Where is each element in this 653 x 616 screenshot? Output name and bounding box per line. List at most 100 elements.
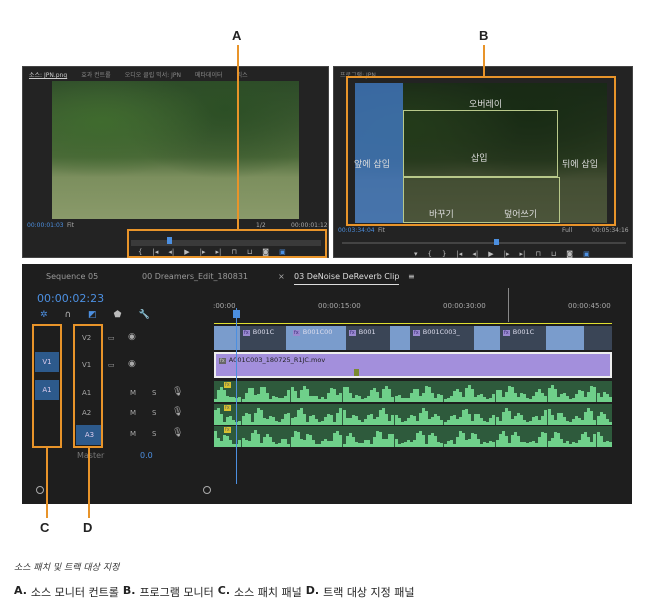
settings-icon[interactable]: ▣ [583,250,590,258]
add-marker-icon[interactable]: ⬟ [114,310,122,320]
marker-icon[interactable]: ▾ [414,250,418,258]
tab-close-icon[interactable]: × [278,272,285,281]
mic-icon[interactable]: 🎙 [172,387,183,397]
callout-c-line [46,448,48,518]
a2-audio-clip[interactable]: fx [214,404,612,425]
timeline-tools: ✲ ∩ ◩ ⬟ 🔧 [40,310,150,320]
source-duration: 00:00:01:12 [291,222,328,229]
callout-a-line [237,45,239,229]
clip[interactable]: fx B001C [500,326,546,350]
callout-a-box [127,229,327,258]
v1-clip[interactable]: fx A001C003_180725_R1JC.mov [214,352,612,378]
a1-audio-clip[interactable]: fx [214,381,612,402]
master-track-label: Master [77,451,105,460]
program-resolution-select[interactable]: Full [562,227,572,234]
legend-text: 트랙 대상 지정 패널 [323,586,415,599]
solo-button[interactable]: S [152,389,156,397]
tab-metadata[interactable]: 메타데이터 [195,70,223,79]
tab-source[interactable]: 소스: JPN.png [29,70,67,79]
play-icon[interactable]: ▶ [488,250,493,258]
fx-badge: fx [224,382,231,388]
callout-d-box [73,324,103,448]
clip[interactable]: fx B001C003_ [410,326,474,350]
ruler-label: :00:00 [213,302,236,310]
waveform-bar [608,441,612,447]
lift-icon[interactable]: ⊓ [535,250,540,258]
clip[interactable]: fx B001C [240,326,286,350]
keyframe-marker[interactable] [354,369,359,376]
tab-audio-mixer[interactable]: 오디오 클립 믹서: JPN [125,70,181,79]
legend-key: A. [14,584,27,597]
program-timecode[interactable]: 00:03:34:04 [338,227,375,234]
work-area-bar [214,323,612,324]
program-playhead[interactable] [494,239,499,245]
clip[interactable]: fx B001C00 [290,326,346,350]
legend-text: 프로그램 모니터 [139,586,214,599]
step-forward-icon[interactable]: |▸ [504,250,510,258]
go-to-out-icon[interactable]: ▸| [519,250,525,258]
source-timecode[interactable]: 00:00:01:03 [27,222,64,229]
eye-icon[interactable]: ◉ [128,359,136,369]
nest-icon[interactable]: ✲ [40,310,48,320]
ruler-label: 00:00:30:00 [443,302,486,310]
mark-in-icon[interactable]: { [428,250,432,258]
source-video-frame [52,81,299,219]
legend-key: C. [217,584,231,597]
legend-key: B. [122,584,136,597]
figure-legend: A. 소스 모니터 컨트롤 B. 프로그램 모니터 C. 소스 패치 패널 D. 트랙 … [14,584,415,600]
panel-menu-icon[interactable]: ≡ [408,272,415,281]
toggle-sync-lock-icon[interactable]: ▭ [108,334,115,342]
callout-b-line [483,45,485,76]
ruler-label: 00:00:15:00 [318,302,361,310]
mic-icon[interactable]: 🎙 [172,428,183,438]
go-to-in-icon[interactable]: |◂ [456,250,462,258]
callout-c-box [32,324,62,448]
program-fit-select[interactable]: Fit [378,227,385,234]
callout-c: C [40,520,50,535]
legend-text: 소스 모니터 컨트롤 [30,586,119,599]
callout-a: A [232,28,242,43]
eye-icon[interactable]: ◉ [128,332,136,342]
camera-icon[interactable]: ◙ [566,250,573,258]
scrollbar-handle[interactable] [36,486,44,494]
toggle-sync-lock-icon[interactable]: ▭ [108,361,115,369]
master-volume[interactable]: 0.0 [140,451,153,460]
mute-button[interactable]: M [130,409,136,417]
mic-icon[interactable]: 🎙 [172,407,183,417]
fx-badge: fx [224,405,231,411]
tab-sequence-05[interactable]: Sequence 05 [46,272,98,281]
callout-d: D [83,520,93,535]
tab-dreamers-edit[interactable]: 00 Dreamers_Edit_180831 [142,272,248,281]
clip[interactable] [584,326,612,350]
source-resolution-select[interactable]: 1/2 [256,222,266,229]
mute-button[interactable]: M [130,430,136,438]
solo-button[interactable]: S [152,430,156,438]
figure-caption: 소스 패치 및 트랙 대상 지정 [14,563,120,573]
waveform-bar [608,397,612,402]
scrollbar-handle[interactable] [203,486,211,494]
playhead-line[interactable] [236,308,237,484]
wrench-icon[interactable]: 🔧 [138,310,149,320]
extract-icon[interactable]: ⊔ [551,250,556,258]
program-scrub-bar[interactable] [342,242,626,244]
clip[interactable]: fx B001 [346,326,390,350]
ruler-label: 00:00:45:00 [568,302,611,310]
callout-b: B [479,28,489,43]
step-back-icon[interactable]: ◂| [472,250,478,258]
snap-magnet-icon[interactable]: ∩ [65,310,72,320]
fx-badge: fx [224,427,231,433]
linked-selection-icon[interactable]: ◩ [88,310,97,320]
waveform-bar [608,421,612,425]
tab-effect-controls[interactable]: 효과 컨트롤 [81,70,111,79]
solo-button[interactable]: S [152,409,156,417]
program-transport-controls: ▾ {} |◂ ◂| ▶ |▸ ▸| ⊓ ⊔ ◙ ▣ [414,250,590,258]
mark-out-icon[interactable]: } [442,250,446,258]
timeline-timecode[interactable]: 00:00:02:23 [37,292,104,305]
source-fit-select[interactable]: Fit [67,222,74,229]
in-point-line [508,288,509,322]
playhead-handle[interactable] [233,310,240,318]
tab-denoise-dereverb-clip[interactable]: 03 DeNoise DeReverb Clip [294,272,400,285]
a3-audio-clip[interactable]: fx [214,426,612,447]
mute-button[interactable]: M [130,389,136,397]
legend-key: D. [305,584,320,597]
